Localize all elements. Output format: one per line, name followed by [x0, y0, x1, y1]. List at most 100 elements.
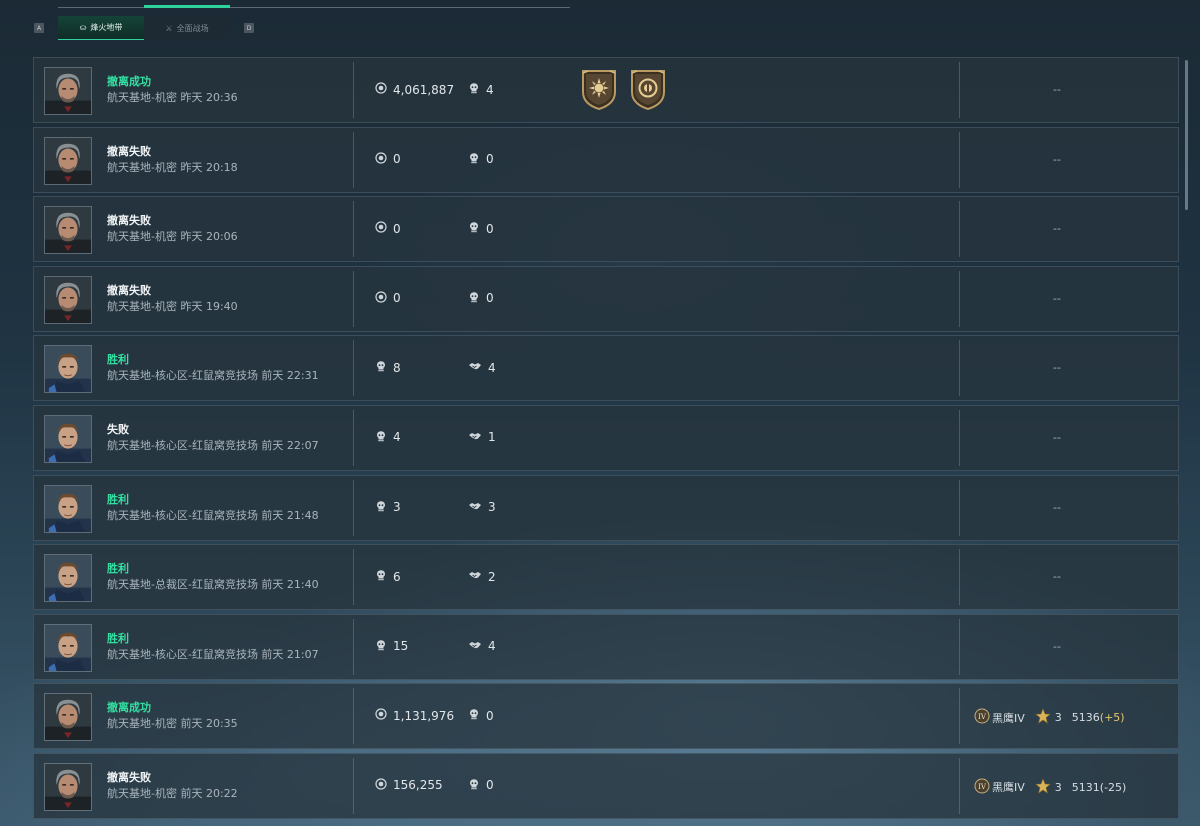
operator-avatar	[44, 414, 92, 463]
column-divider	[959, 340, 960, 397]
column-divider	[959, 549, 960, 606]
result-label: 胜利	[107, 631, 129, 645]
tab-label: 烽火地带	[90, 23, 123, 32]
secondary-stat-value: 3	[488, 500, 496, 515]
map-and-time: 航天基地-机密 前天 20:22	[107, 786, 238, 800]
record-info: 胜利航天基地-核心区-红鼠窝竞技场 前天 21:48	[107, 492, 319, 524]
tab-fire-zone[interactable]: ⛀ 烽火地带	[58, 16, 144, 40]
match-record-row[interactable]: 失败 航天基地-核心区-红鼠窝竞技场 前天 22:07 4 1 --	[33, 404, 1179, 471]
skull-icon	[468, 152, 480, 167]
map-and-time: 航天基地-核心区-红鼠窝竞技场 前天 21:07	[107, 647, 319, 661]
record-info: 撤离失败航天基地-机密 昨天 20:18	[107, 144, 238, 176]
secondary-stat-value: 0	[486, 291, 494, 306]
match-record-row[interactable]: 胜利 航天基地-核心区-红鼠窝竞技场 前天 22:31 8 4 --	[33, 335, 1179, 402]
svg-text:IV: IV	[978, 713, 987, 721]
secondary-stat: 4	[468, 82, 494, 97]
operator-avatar	[44, 136, 92, 185]
mode-tab-bar: A ⛀ 烽火地带 ⚔ 全面战场 D	[34, 16, 254, 40]
map-and-time: 航天基地-机密 昨天 19:40	[107, 299, 238, 313]
rank-placeholder: --	[1053, 291, 1061, 305]
badge-group	[580, 68, 667, 114]
result-label: 撤离失败	[107, 144, 151, 158]
rank-name: 黑鹰IV	[992, 711, 1025, 725]
column-divider	[353, 131, 354, 188]
primary-stat: 0	[375, 151, 401, 167]
match-record-row[interactable]: 撤离失败航天基地-机密 昨天 20:18 0 0 --	[33, 126, 1179, 193]
secondary-stat: 0	[468, 778, 494, 793]
match-record-row[interactable]: 撤离成功航天基地-机密 昨天 20:36 4,061,887 4 --	[33, 57, 1179, 123]
primary-stat-value: 0	[393, 152, 401, 167]
map-and-time: 航天基地-总裁区-红鼠窝竞技场 前天 21:40	[107, 578, 319, 592]
map-and-time: 航天基地-机密 昨天 20:36	[107, 91, 238, 104]
record-info: 撤离成功航天基地-机密 昨天 20:36	[107, 74, 238, 106]
match-record-row[interactable]: 撤离失败 航天基地-机密 昨天 20:06 0 0 --	[33, 196, 1179, 263]
coin-badge-icon[interactable]	[629, 68, 667, 114]
match-record-row[interactable]: 撤离失败 航天基地-机密 前天 20:22 156,255 0 IV 黑鹰IV 3 5131(…	[33, 752, 1179, 819]
primary-stat: 0	[375, 221, 401, 236]
column-divider	[959, 479, 960, 536]
record-info: 撤离成功航天基地-机密 前天 20:35	[107, 700, 238, 732]
primary-stat: 15	[375, 639, 408, 654]
rank-placeholder: --	[1053, 152, 1061, 166]
match-record-row[interactable]: 胜利航天基地-核心区-红鼠窝竞技场 前天 21:48 3 3 --	[33, 474, 1179, 541]
primary-stat: 4,061,887	[375, 82, 454, 97]
zone-icon: ⛀	[79, 23, 87, 32]
map-and-time: 航天基地-核心区-红鼠窝竞技场 前天 21:48	[107, 508, 319, 522]
tab-full-battlefield[interactable]: ⚔ 全面战场	[144, 16, 230, 40]
operator-avatar	[44, 623, 92, 672]
sun-badge-icon[interactable]	[580, 68, 618, 114]
primary-stat-value: 15	[393, 639, 409, 654]
primary-stat: 156,255	[375, 778, 443, 793]
secondary-stat: 4	[468, 360, 496, 375]
rank-score: 5131	[1071, 780, 1100, 794]
secondary-stat: 0	[468, 152, 494, 167]
match-record-row[interactable]: 胜利航天基地-核心区-红鼠窝竞技场 前天 21:07 15 4 --	[33, 613, 1179, 680]
column-divider	[959, 618, 960, 675]
secondary-stat-value: 4	[488, 360, 496, 375]
battlefield-icon: ⚔	[165, 23, 173, 33]
handshake-icon	[468, 360, 482, 375]
skull-icon	[375, 569, 387, 584]
skull-icon	[468, 778, 480, 793]
map-and-time: 航天基地-机密 前天 20:35	[107, 717, 238, 731]
primary-stat-value: 3	[393, 500, 401, 515]
result-label: 胜利	[107, 492, 129, 506]
secondary-stat: 0	[468, 291, 494, 306]
secondary-stat: 0	[468, 708, 494, 723]
match-record-row[interactable]: 胜利 航天基地-总裁区-红鼠窝竞技场 前天 21:40 6 2 --	[33, 544, 1179, 611]
result-label: 胜利	[107, 562, 129, 576]
handshake-icon	[468, 430, 482, 445]
map-and-time: 航天基地-机密 昨天 20:18	[107, 160, 238, 174]
result-label: 撤离成功	[107, 75, 151, 88]
column-divider	[353, 479, 354, 536]
match-record-row[interactable]: 撤离成功 航天基地-机密 前天 20:35 1,131,976 0 IV 黑鹰IV 3 513…	[33, 683, 1179, 750]
rank-placeholder: --	[1053, 639, 1061, 653]
primary-stat-value: 4	[393, 430, 401, 445]
primary-stat: 1,131,976	[375, 708, 454, 723]
tab-label: 全面战场	[176, 23, 209, 33]
column-divider	[959, 757, 960, 814]
rank-delta: (-25)	[1099, 780, 1127, 794]
primary-stat: 8	[375, 360, 401, 375]
scrollbar[interactable]	[1185, 60, 1188, 210]
result-label: 撤离成功	[107, 701, 151, 715]
rank-info: IV 黑鹰IV 3 5131 (-25)	[974, 778, 1126, 797]
column-divider	[353, 62, 354, 118]
handshake-icon	[468, 639, 482, 654]
column-divider	[353, 340, 354, 397]
column-divider	[353, 618, 354, 675]
rank-placeholder: --	[1053, 361, 1061, 375]
secondary-stat: 3	[468, 500, 496, 515]
primary-stat-value: 6	[393, 569, 401, 584]
match-record-row[interactable]: 撤离失败 航天基地-机密 昨天 19:40 0 0 --	[33, 265, 1179, 332]
skull-icon	[468, 291, 480, 306]
primary-stat-value: 0	[393, 291, 401, 306]
rank-placeholder: --	[1053, 430, 1061, 444]
rank-placeholder: --	[1053, 83, 1061, 96]
secondary-stat-value: 4	[488, 639, 496, 654]
secondary-stat-value: 2	[488, 569, 496, 584]
rank-placeholder: --	[1053, 500, 1061, 514]
match-record-list: 撤离成功 航天基地-机密 昨天 20:36 4,061,887 4 -- 撤离失败 航天基地…	[33, 57, 1179, 823]
primary-stat-value: 156,255	[393, 778, 443, 793]
rank-placeholder: --	[1053, 222, 1061, 236]
